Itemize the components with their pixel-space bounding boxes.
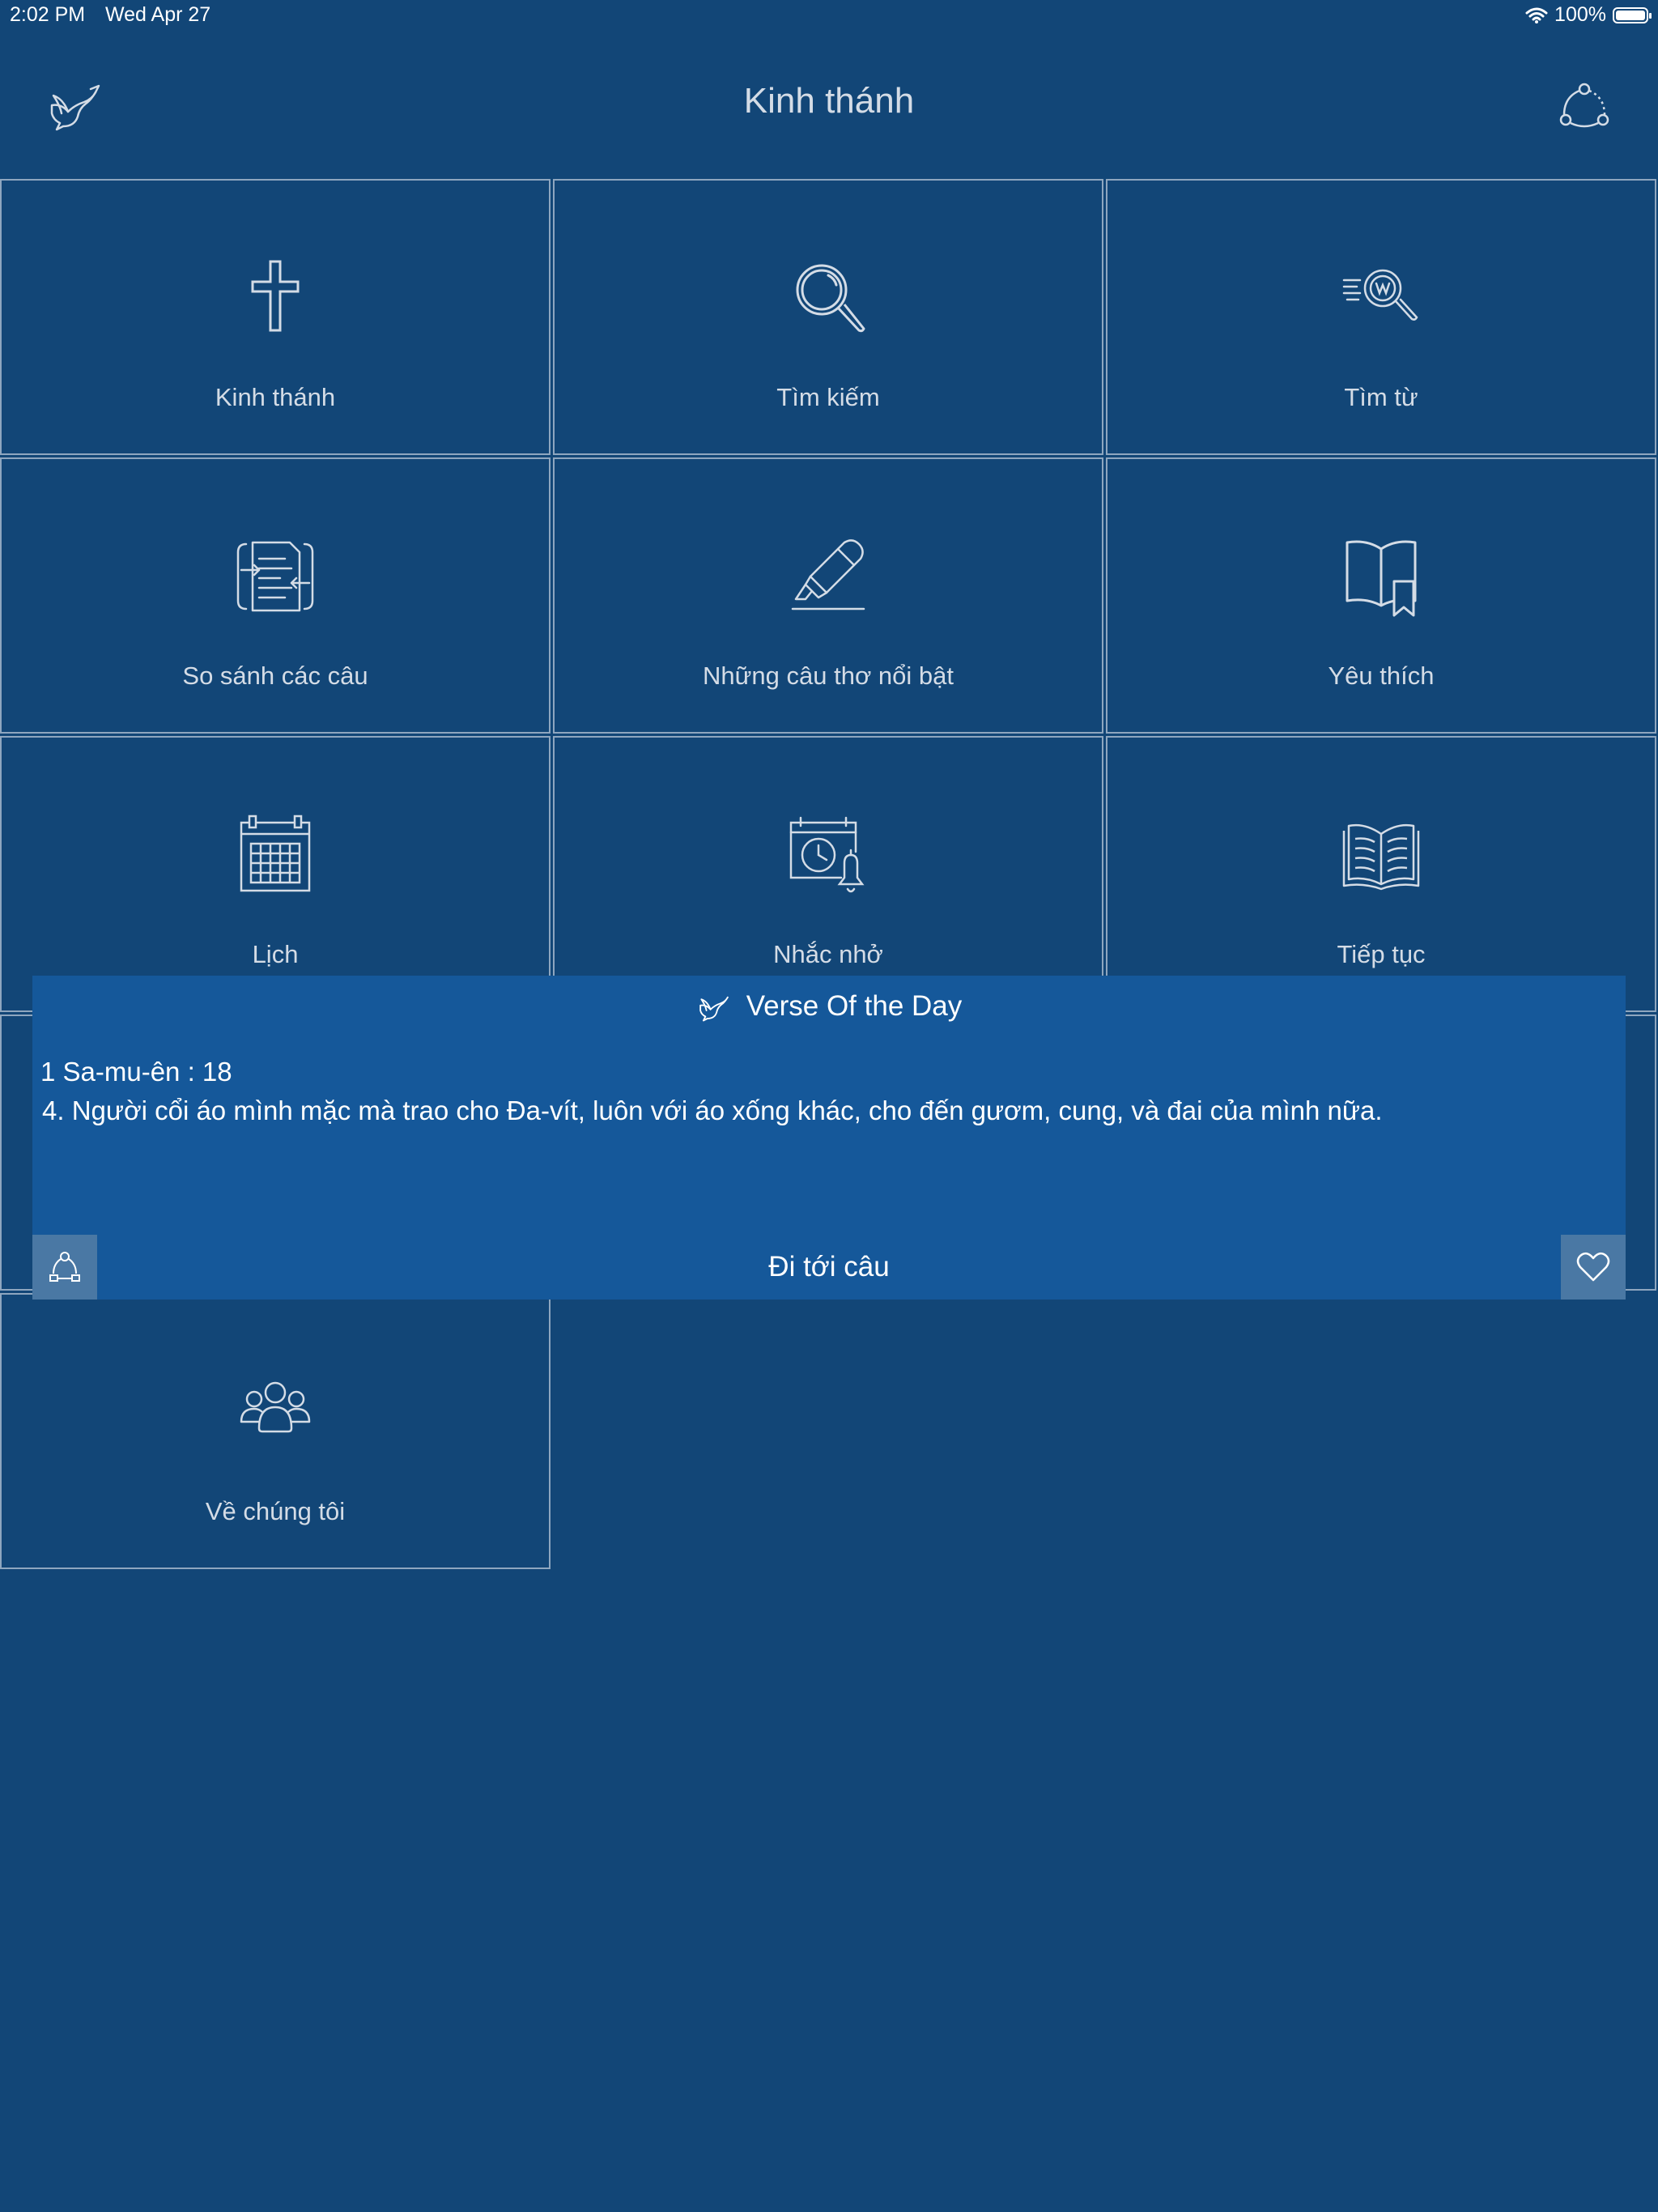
bookmark-book-icon xyxy=(1341,536,1422,617)
menu-tile-label: Lịch xyxy=(252,940,299,968)
page-title: Kinh thánh xyxy=(743,81,915,121)
search-icon xyxy=(788,257,869,338)
menu-tile-label: Nhắc nhở xyxy=(773,940,883,968)
menu-tile-label: Những câu thơ nổi bật xyxy=(703,661,954,690)
menu-tile-label: So sánh các câu xyxy=(182,661,368,690)
battery-percent: 100% xyxy=(1554,3,1606,26)
menu-tile-label: Về chúng tôi xyxy=(205,1497,346,1525)
status-bar: 2:02 PM Wed Apr 27 100% xyxy=(0,0,1658,32)
menu-tile-label: Tiếp tục xyxy=(1337,940,1426,968)
share-icon[interactable] xyxy=(1556,78,1613,134)
menu-tile-about-us[interactable]: Về chúng tôi xyxy=(0,1293,551,1569)
menu-tile-highlights[interactable]: Những câu thơ nổi bật xyxy=(553,457,1103,734)
status-indicators: 100% xyxy=(1525,3,1652,27)
menu-tile-label: Kinh thánh xyxy=(215,383,336,411)
menu-tile-calendar[interactable]: Lịch xyxy=(0,736,551,1012)
compare-verses-icon xyxy=(235,536,316,617)
menu-tile-label: Yêu thích xyxy=(1328,661,1435,690)
navigation-bar: Kinh thánh xyxy=(0,49,1658,162)
highlighter-icon xyxy=(788,536,869,617)
verse-of-the-day-popup: Verse Of the Day 1 Sa-mu-ên : 18 4. Ngườ… xyxy=(32,976,1626,1300)
verse-text: 4. Người cổi áo mình mặc mà trao cho Đa-… xyxy=(42,1095,1383,1125)
verse-of-the-day-title: Verse Of the Day xyxy=(746,990,963,1022)
open-book-icon xyxy=(1341,815,1422,895)
verse-reference: 1 Sa-mu-ên : 18 xyxy=(40,1057,232,1087)
favorite-verse-button[interactable] xyxy=(1561,1235,1626,1300)
menu-tile-bible[interactable]: Kinh thánh xyxy=(0,179,551,455)
menu-tile-label: Tìm từ xyxy=(1344,383,1418,411)
word-search-icon xyxy=(1341,257,1422,338)
menu-tile-word-search[interactable]: Tìm từ xyxy=(1106,179,1656,455)
reminder-icon xyxy=(788,815,869,895)
menu-tile-label: Tìm kiếm xyxy=(776,383,880,411)
menu-tile-continue[interactable]: Tiếp tục xyxy=(1106,736,1656,1012)
dove-icon xyxy=(696,990,732,1023)
menu-tile-reminder[interactable]: Nhắc nhở xyxy=(553,736,1103,1012)
menu-tile-compare-verses[interactable]: So sánh các câu xyxy=(0,457,551,734)
status-time: 2:02 PM xyxy=(10,3,86,26)
menu-tile-search[interactable]: Tìm kiếm xyxy=(553,179,1103,455)
go-to-verse-button[interactable]: Đi tới câu xyxy=(32,1251,1626,1283)
wifi-icon xyxy=(1525,6,1548,24)
heart-icon xyxy=(1576,1252,1610,1282)
menu-tile-favorites[interactable]: Yêu thích xyxy=(1106,457,1656,734)
verse-of-the-day-header: Verse Of the Day xyxy=(32,990,1626,1023)
battery-icon xyxy=(1613,6,1652,23)
status-date: Wed Apr 27 xyxy=(105,3,211,26)
calendar-icon xyxy=(235,815,316,895)
cross-icon xyxy=(235,257,316,338)
people-icon xyxy=(235,1372,316,1453)
